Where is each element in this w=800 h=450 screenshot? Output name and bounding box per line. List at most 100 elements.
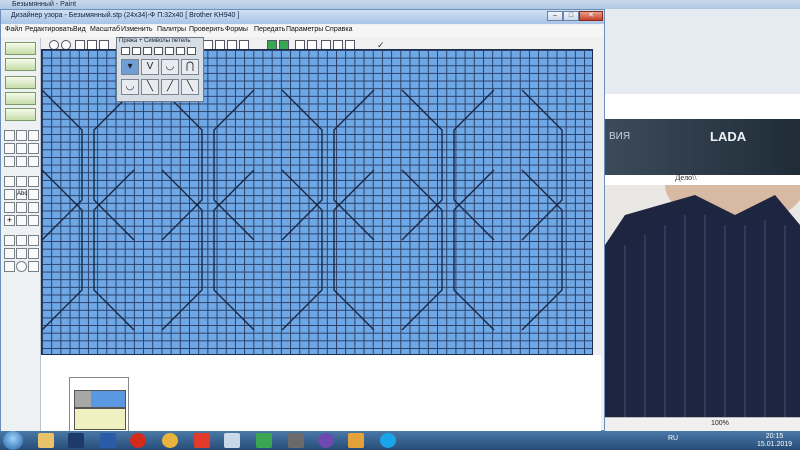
yandex-icon[interactable] bbox=[194, 433, 210, 448]
paint-icon[interactable] bbox=[224, 433, 240, 448]
yarn-symbols-palette: Пряжа + Символы петель ▾ V ◡ ⋂ ◡ ╲ ╱ ╲ bbox=[116, 37, 204, 102]
pattern-tool-icon[interactable] bbox=[28, 202, 39, 213]
close-button[interactable]: ✕ bbox=[579, 11, 603, 21]
photoshop-icon[interactable] bbox=[68, 433, 84, 448]
add-tool-icon[interactable]: + bbox=[4, 215, 15, 226]
skype-icon[interactable] bbox=[380, 433, 396, 448]
designer-window-title: Дизайнер узора - Безымянный.stp (24x34)-… bbox=[11, 12, 240, 19]
yarn-tool-2[interactable] bbox=[5, 58, 36, 71]
paste-icon[interactable] bbox=[16, 156, 27, 167]
browser-toolbar bbox=[605, 9, 800, 94]
clock-time: 20:15 bbox=[765, 433, 784, 440]
opera-icon[interactable] bbox=[130, 433, 146, 448]
yarn-preview[interactable] bbox=[69, 377, 129, 435]
picker-icon[interactable] bbox=[28, 261, 39, 272]
menu-edit[interactable]: Редактировать bbox=[25, 26, 73, 33]
undo-icon[interactable] bbox=[16, 143, 27, 154]
pencil-icon[interactable] bbox=[4, 235, 15, 246]
paint-titlebar: Безымянный - Paint bbox=[0, 0, 800, 9]
shift-tool-icon[interactable] bbox=[28, 176, 39, 187]
help-icon[interactable] bbox=[4, 143, 15, 154]
menu-settings[interactable]: Параметры bbox=[286, 26, 323, 33]
designer-titlebar[interactable]: Дизайнер узора - Безымянный.stp (24x34)-… bbox=[1, 10, 604, 24]
symbol-2[interactable]: V bbox=[141, 59, 159, 75]
select-tool-icon[interactable] bbox=[4, 202, 15, 213]
chrome-icon[interactable] bbox=[162, 433, 178, 448]
minimize-button[interactable]: – bbox=[547, 11, 563, 21]
yarn-preview-area bbox=[41, 355, 601, 435]
cut-icon[interactable] bbox=[4, 130, 15, 141]
menu-modify[interactable]: Изменить bbox=[121, 26, 153, 33]
explorer-icon[interactable] bbox=[38, 433, 54, 448]
transfer-tool-icon[interactable] bbox=[28, 215, 39, 226]
browser-statusbar: 100% bbox=[605, 417, 800, 431]
pen-tool-icon[interactable] bbox=[28, 189, 39, 200]
eyedrop-icon[interactable] bbox=[28, 235, 39, 246]
yarn-tool-4[interactable] bbox=[5, 92, 36, 105]
scissors-icon[interactable] bbox=[4, 156, 15, 167]
yarn-tool-3[interactable] bbox=[5, 76, 36, 89]
symbol-3[interactable]: ◡ bbox=[161, 59, 179, 75]
line-icon[interactable] bbox=[4, 248, 15, 259]
curve-icon[interactable] bbox=[16, 248, 27, 259]
palette-arrow-icon[interactable] bbox=[143, 47, 152, 55]
bucket-icon[interactable] bbox=[16, 235, 27, 246]
symbol-1[interactable]: ▾ bbox=[121, 59, 139, 75]
move-tool-icon[interactable] bbox=[16, 215, 27, 226]
open-icon[interactable] bbox=[16, 130, 27, 141]
symbol-6[interactable]: ╲ bbox=[141, 79, 159, 95]
butterfly-icon[interactable] bbox=[348, 433, 364, 448]
language-indicator[interactable]: RU bbox=[668, 435, 678, 442]
fill-tool-icon[interactable] bbox=[16, 202, 27, 213]
symbol-5[interactable]: ◡ bbox=[121, 79, 139, 95]
tool-column: Abc + bbox=[1, 38, 41, 433]
palette-folder-icon[interactable] bbox=[176, 47, 185, 55]
preview-cell-blue bbox=[91, 391, 108, 407]
arrow-icon[interactable] bbox=[28, 248, 39, 259]
rectangle-icon[interactable] bbox=[4, 261, 15, 272]
preview-cell-grey bbox=[75, 391, 91, 407]
menu-shapes[interactable]: Формы bbox=[225, 26, 248, 33]
word-icon[interactable] bbox=[100, 433, 116, 448]
clock-date: 15.01.2019 bbox=[757, 441, 793, 448]
zoom-label[interactable]: 100% bbox=[711, 420, 729, 427]
palette-grid-icon[interactable] bbox=[121, 47, 130, 55]
menu-palettes[interactable]: Палитры bbox=[157, 26, 186, 33]
print-icon[interactable] bbox=[28, 130, 39, 141]
copy-icon[interactable] bbox=[28, 143, 39, 154]
palette-swap-icon[interactable] bbox=[154, 47, 163, 55]
pattern-designer-window: Дизайнер узора - Безымянный.stp (24x34)-… bbox=[0, 9, 605, 435]
layer-tool-icon[interactable] bbox=[16, 176, 27, 187]
menu-file[interactable]: Файл bbox=[5, 26, 22, 33]
yarn-tool-1[interactable] bbox=[5, 42, 36, 55]
maximize-button[interactable]: □ bbox=[563, 11, 579, 21]
clear-icon[interactable] bbox=[28, 156, 39, 167]
brush-tool-icon[interactable] bbox=[4, 189, 15, 200]
menu-zoom[interactable]: Масштаб bbox=[90, 26, 120, 33]
symbol-4[interactable]: ⋂ bbox=[181, 59, 199, 75]
palette-save-icon[interactable] bbox=[187, 47, 196, 55]
lada-banner[interactable]: ВИЯ LADA bbox=[605, 119, 800, 175]
designer-app-icon[interactable] bbox=[256, 433, 272, 448]
lada-logo: LADA bbox=[710, 129, 747, 144]
start-button[interactable] bbox=[3, 431, 23, 450]
menu-check[interactable]: Проверить bbox=[189, 26, 224, 33]
menu-view[interactable]: Вид bbox=[73, 26, 86, 33]
palette-tool-icon[interactable] bbox=[132, 47, 141, 55]
symbol-7[interactable]: ╱ bbox=[161, 79, 179, 95]
palette-title: Пряжа + Символы петель bbox=[119, 38, 191, 44]
menu-help[interactable]: Справка bbox=[325, 26, 352, 33]
palette-move-icon[interactable] bbox=[165, 47, 174, 55]
preview-cell-blue-2 bbox=[108, 391, 125, 407]
viber-icon[interactable] bbox=[318, 433, 334, 448]
banner-text: ВИЯ bbox=[609, 131, 631, 142]
yarn-tool-5[interactable] bbox=[5, 108, 36, 121]
tool-app-icon[interactable] bbox=[288, 433, 304, 448]
browser-window: ВИЯ LADA Дело\\ 100% bbox=[605, 9, 800, 431]
ellipse-icon[interactable] bbox=[16, 261, 27, 272]
menu-transfer[interactable]: Передать bbox=[254, 26, 285, 33]
text-tool-icon[interactable]: Abc bbox=[16, 189, 27, 200]
tray-clock[interactable]: 20:15 15.01.2019 bbox=[757, 433, 792, 449]
grid-tool-icon[interactable] bbox=[4, 176, 15, 187]
symbol-8[interactable]: ╲ bbox=[181, 79, 199, 95]
